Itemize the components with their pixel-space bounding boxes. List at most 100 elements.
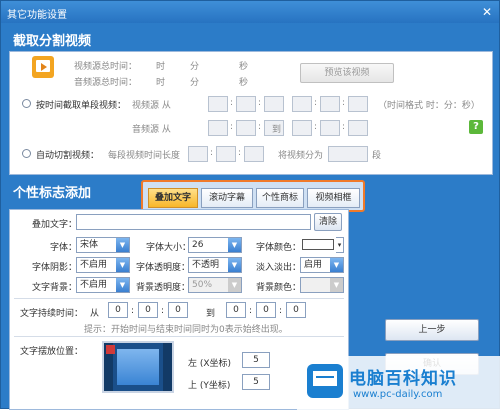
bg-value: 不启用 (80, 280, 108, 290)
watermark: 电脑百科知识 www.pc-daily.com (297, 356, 500, 410)
colon: : (258, 122, 262, 132)
colon: : (238, 148, 242, 158)
duration-from-m[interactable]: 0 (138, 302, 158, 318)
opacity-select[interactable]: 不透明 ▼ (188, 257, 242, 273)
monitor-icon (307, 364, 343, 398)
bg-color-label: 背景颜色： (256, 283, 302, 293)
audio-from-m[interactable] (236, 120, 256, 136)
bg-color-select[interactable]: ▼ (300, 277, 344, 293)
colon: : (258, 98, 262, 108)
watermark-title: 电脑百科知识 (349, 369, 457, 389)
audio-to-s[interactable] (348, 120, 368, 136)
colon: : (230, 122, 234, 132)
duration-to-h[interactable]: 0 (226, 302, 246, 318)
duration-to-s[interactable]: 0 (286, 302, 306, 318)
split-section-title: 截取分割视频 (13, 34, 92, 49)
video-total-s: 秒 (239, 62, 249, 72)
bg-opacity-label: 背景透明度： (136, 283, 191, 293)
colon: : (279, 306, 283, 316)
each-length-label: 每段视频时间长度 (108, 151, 181, 161)
time-format-hint: （时间格式 时：分：秒） (378, 101, 480, 111)
chevron-down-icon: ▼ (228, 238, 241, 252)
segment-count-input[interactable] (328, 146, 368, 162)
video-total-label: 视频源总时间： (74, 62, 138, 72)
bg-opacity-value: 50% (192, 280, 213, 290)
logo-tabs: 叠加文字 滚动字幕 个性商标 视频相框 (141, 180, 365, 212)
divider (14, 298, 344, 299)
preview-video-label: 预览该视频 (324, 68, 370, 78)
colon: : (342, 98, 346, 108)
bg-select[interactable]: 不启用 ▼ (76, 277, 130, 293)
fade-value: 启用 (304, 260, 323, 270)
shadow-select[interactable]: 不启用 ▼ (76, 257, 130, 273)
title-bar: 其它功能设置 ✕ (1, 1, 499, 23)
chevron-down-icon: ▼ (116, 278, 129, 292)
font-color-label: 字体颜色： (256, 243, 302, 253)
video-to-h[interactable] (292, 96, 312, 112)
auto-split-radio[interactable] (22, 149, 31, 158)
top-y-input[interactable]: 5 (242, 374, 270, 390)
colon: : (314, 98, 318, 108)
position-preview[interactable] (102, 341, 174, 393)
shadow-value: 不启用 (80, 260, 108, 270)
auto-split-label: 自动切割视频： (36, 151, 100, 161)
audio-total-s: 秒 (239, 78, 249, 88)
video-from-h[interactable] (208, 96, 228, 112)
video-from-s[interactable] (264, 96, 284, 112)
by-time-video-label: 视频源 从 (132, 101, 171, 111)
font-size-value: 26 (192, 240, 204, 250)
overlay-text-input[interactable] (76, 214, 311, 230)
each-h[interactable] (188, 146, 208, 162)
video-to-m[interactable] (320, 96, 340, 112)
window-title: 其它功能设置 (7, 10, 67, 21)
font-value: 宋体 (80, 240, 99, 250)
chevron-down-icon: ▾ (336, 238, 343, 252)
by-time-radio[interactable] (22, 99, 31, 108)
opacity-label: 字体透明度： (136, 263, 191, 273)
audio-from-h[interactable] (208, 120, 228, 136)
video-icon (32, 56, 54, 78)
duration-to-m[interactable]: 0 (256, 302, 276, 318)
duration-from-h[interactable]: 0 (108, 302, 128, 318)
tab-custom-logo[interactable]: 个性商标 (256, 188, 304, 208)
duration-from-s[interactable]: 0 (168, 302, 188, 318)
clear-button[interactable]: 清除 (314, 213, 342, 231)
top-y-label: 上 (Y坐标) (188, 381, 231, 391)
colon: : (249, 306, 253, 316)
audio-total-m: 分 (190, 78, 200, 88)
bg-opacity-select[interactable]: 50% ▼ (188, 277, 242, 293)
logo-section-title: 个性标志添加 (13, 186, 92, 201)
preview-video-button[interactable]: 预览该视频 (300, 63, 394, 83)
chevron-down-icon: ▼ (330, 278, 343, 292)
video-from-m[interactable] (236, 96, 256, 112)
font-select[interactable]: 宋体 ▼ (76, 237, 130, 253)
font-size-label: 字体大小： (146, 243, 192, 253)
colon: : (131, 306, 135, 316)
help-icon[interactable]: ? (469, 120, 483, 134)
audio-to-h[interactable] (292, 120, 312, 136)
colon: : (210, 148, 214, 158)
prev-button[interactable]: 上一步 (385, 319, 479, 341)
each-m[interactable] (216, 146, 236, 162)
audio-to-m[interactable] (320, 120, 340, 136)
font-size-select[interactable]: 26 ▼ (188, 237, 242, 253)
position-marker[interactable] (106, 345, 115, 354)
each-s[interactable] (244, 146, 264, 162)
overlay-text-label: 叠加文字： (32, 220, 78, 230)
tab-video-frame[interactable]: 视频相框 (307, 188, 360, 208)
left-x-input[interactable]: 5 (242, 352, 270, 368)
duration-to-label: 到 (206, 309, 216, 319)
fade-select[interactable]: 启用 ▼ (300, 257, 344, 273)
chevron-down-icon: ▼ (228, 258, 241, 272)
tab-overlay-text[interactable]: 叠加文字 (148, 188, 198, 208)
divider (14, 336, 344, 337)
opacity-value: 不透明 (192, 260, 220, 270)
font-color-dropdown[interactable]: ▾ (336, 237, 344, 253)
tab-scrolling-subtitle[interactable]: 滚动字幕 (201, 188, 253, 208)
font-color-swatch[interactable] (302, 239, 334, 250)
close-icon[interactable]: ✕ (480, 5, 494, 19)
position-label: 文字摆放位置： (20, 347, 84, 357)
chevron-down-icon: ▼ (330, 258, 343, 272)
video-to-s[interactable] (348, 96, 368, 112)
duration-hint: 提示：开始时间与结束时间同时为0表示始终出现。 (84, 325, 288, 335)
